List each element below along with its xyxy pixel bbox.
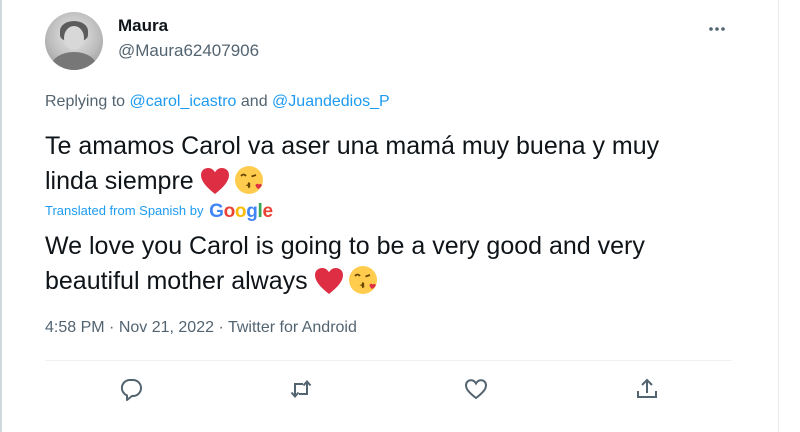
- tweet-text-line-2: linda siempre: [45, 164, 265, 204]
- red-heart-emoji-icon: [314, 267, 344, 303]
- replying-to-label: Replying to: [45, 93, 130, 110]
- replying-to-joiner: and: [236, 93, 273, 110]
- more-icon[interactable]: [708, 16, 726, 36]
- avatar[interactable]: [45, 12, 103, 70]
- avatar-face: [64, 26, 84, 50]
- retweet-icon[interactable]: [288, 376, 314, 402]
- avatar-body: [51, 52, 97, 70]
- translated-by-google-label[interactable]: Translated from Spanish by Google: [45, 201, 273, 222]
- timeline-right-border: [778, 0, 779, 432]
- share-icon[interactable]: [634, 376, 660, 402]
- mention-link-juandedios[interactable]: @Juandedios_P: [272, 93, 390, 110]
- translated-text-line-2: beautiful mother always: [45, 264, 379, 304]
- reply-icon[interactable]: [118, 376, 144, 402]
- like-icon[interactable]: [463, 376, 489, 402]
- red-heart-emoji-icon: [200, 167, 230, 203]
- translated-from-label: Translated from Spanish by: [45, 203, 204, 218]
- author-name[interactable]: Maura: [118, 16, 168, 36]
- tweet-time[interactable]: 4:58 PM: [45, 319, 105, 336]
- tweet-source: Twitter for Android: [227, 319, 357, 336]
- timeline-left-border: [0, 0, 2, 432]
- mention-link-carol[interactable]: @carol_icastro: [130, 93, 237, 110]
- author-handle[interactable]: @Maura62407906: [118, 41, 259, 61]
- action-bar-divider: [45, 360, 732, 361]
- tweet-text-line-1: Te amamos Carol va aser una mamá muy bue…: [45, 132, 660, 160]
- translated-text-line-2-words: beautiful mother always: [45, 267, 308, 295]
- meta-separator: ·: [214, 319, 228, 336]
- kiss-emoji-icon: [233, 164, 265, 204]
- tweet-metadata: 4:58 PM · Nov 21, 2022 · Twitter for And…: [45, 318, 357, 338]
- tweet-text-line-2-words: linda siempre: [45, 167, 194, 195]
- tweet-date[interactable]: Nov 21, 2022: [119, 319, 214, 336]
- google-logo: Google: [209, 201, 273, 222]
- kiss-emoji-icon: [347, 264, 379, 304]
- replying-to-line: Replying to @carol_icastro and @Juandedi…: [45, 92, 390, 112]
- meta-separator: ·: [104, 319, 119, 336]
- translated-text-line-1: We love you Carol is going to be a very …: [45, 232, 645, 260]
